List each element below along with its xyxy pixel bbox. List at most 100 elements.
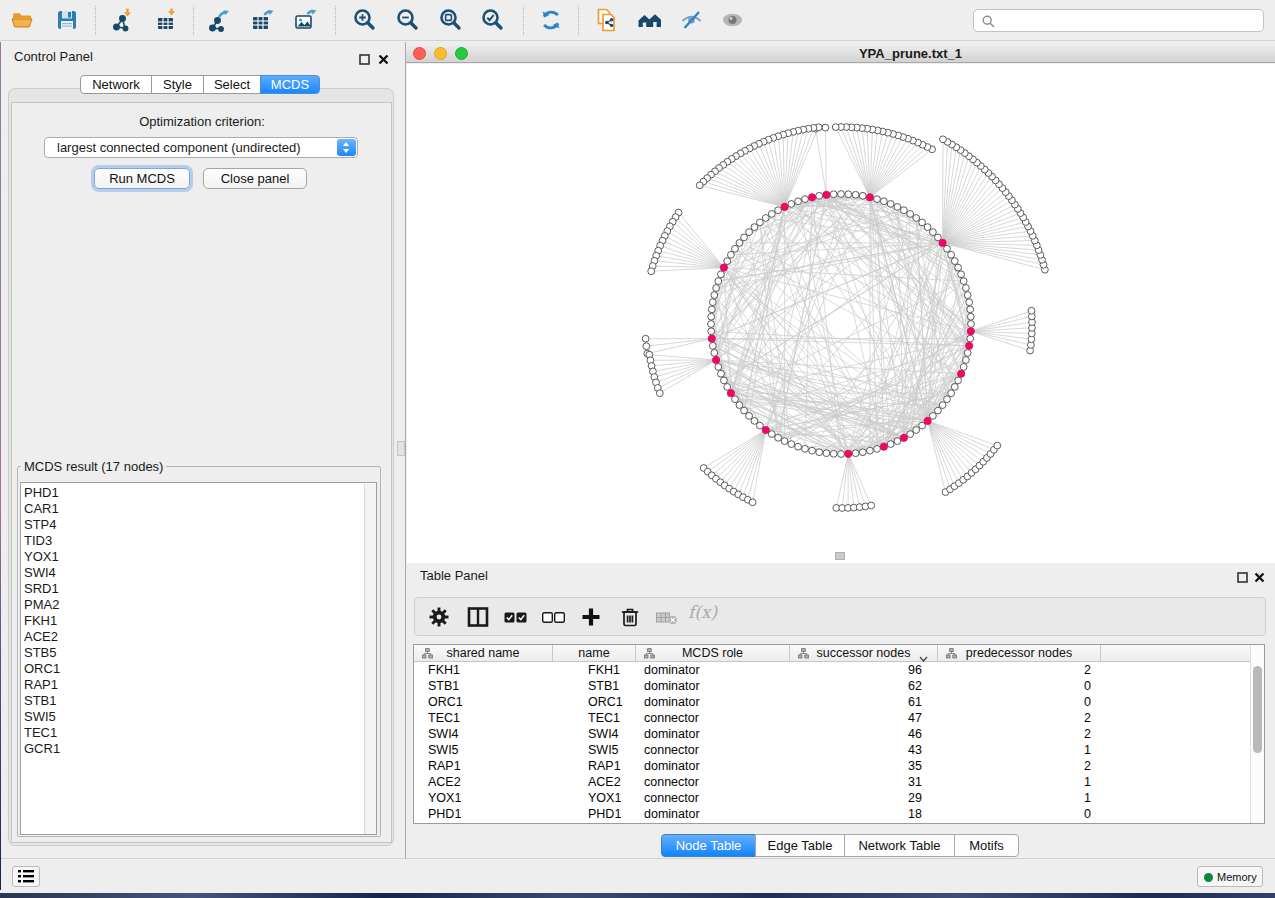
table-settings-icon[interactable]: [428, 606, 450, 632]
column-header-shared-name[interactable]: shared name: [414, 645, 553, 661]
import-network-icon[interactable]: [110, 7, 136, 33]
mcds-result-item[interactable]: SRD1: [21, 581, 376, 597]
criterion-dropdown[interactable]: largest connected component (undirected): [44, 137, 358, 158]
toolbar-separator: [193, 6, 194, 35]
desktop-wallpaper-strip: [0, 893, 1275, 898]
table-panel-title: Table Panel: [420, 568, 488, 583]
show-all-icon[interactable]: [637, 7, 663, 33]
zoom-out-icon[interactable]: [395, 7, 421, 33]
hide-selected-icon[interactable]: [679, 7, 705, 33]
vertical-splitter[interactable]: [405, 42, 406, 858]
window-close-button[interactable]: [413, 47, 426, 60]
column-header-successor-nodes[interactable]: successor nodes: [790, 645, 938, 661]
run-mcds-button[interactable]: Run MCDS: [94, 168, 190, 189]
delete-column-icon[interactable]: [619, 606, 641, 632]
table-row[interactable]: FKH1FKH1dominator962: [414, 662, 1264, 678]
column-header-filler: [1101, 645, 1264, 661]
network-window-titlebar[interactable]: YPA_prune.txt_1: [406, 45, 1275, 63]
optimization-criterion-label: Optimization criterion:: [12, 114, 392, 129]
mcds-result-item[interactable]: SWI5: [21, 709, 376, 725]
search-icon: [982, 15, 995, 28]
mcds-result-item[interactable]: ACE2: [21, 629, 376, 645]
column-header-predecessor-nodes[interactable]: predecessor nodes: [938, 645, 1101, 661]
tab-motifs[interactable]: Motifs: [954, 834, 1019, 857]
table-row[interactable]: STB1STB1dominator620: [414, 678, 1264, 694]
table-row[interactable]: ACE2ACE2connector311: [414, 774, 1264, 790]
control-panel-tabs: Network Style Select MCDS: [80, 75, 320, 94]
export-image-icon[interactable]: [293, 7, 319, 33]
toolbar-separator: [95, 6, 96, 35]
vertical-splitter-handle[interactable]: [397, 441, 405, 456]
table-panel-float-icon[interactable]: [1237, 569, 1248, 587]
table-row[interactable]: TEC1TEC1connector472: [414, 710, 1264, 726]
canvas-splitter-handle[interactable]: [835, 552, 845, 560]
table-row[interactable]: ORC1ORC1dominator610: [414, 694, 1264, 710]
column-header-mcds-role[interactable]: MCDS role: [636, 645, 790, 661]
mcds-result-list[interactable]: PHD1CAR1STP4TID3YOX1SWI4SRD1PMA2FKH1ACE2…: [20, 482, 377, 835]
mcds-result-item[interactable]: FKH1: [21, 613, 376, 629]
mcds-result-item[interactable]: PHD1: [21, 485, 376, 501]
table-scrollbar-thumb[interactable]: [1253, 666, 1262, 753]
window-minimize-button[interactable]: [434, 47, 447, 60]
memory-button[interactable]: Memory: [1197, 866, 1263, 887]
mcds-result-item[interactable]: PMA2: [21, 597, 376, 613]
table-panel-close-icon[interactable]: [1254, 569, 1265, 587]
zoom-selected-icon[interactable]: [480, 7, 506, 33]
clone-network-icon[interactable]: [594, 7, 620, 33]
search-box[interactable]: [973, 9, 1264, 32]
tab-style[interactable]: Style: [151, 75, 204, 94]
deselect-all-icon[interactable]: [542, 610, 565, 628]
criterion-value: largest connected component (undirected): [57, 138, 301, 157]
import-table-icon[interactable]: [154, 7, 180, 33]
delete-table-icon[interactable]: [656, 611, 678, 629]
function-builder-icon[interactable]: f(x): [688, 602, 717, 622]
table-row[interactable]: YOX1YOX1connector291: [414, 790, 1264, 806]
show-selected-icon[interactable]: [720, 7, 746, 33]
table-row[interactable]: PHD1PHD1dominator180: [414, 806, 1264, 822]
mcds-result-item[interactable]: YOX1: [21, 549, 376, 565]
control-panel-float-icon[interactable]: [359, 51, 370, 69]
window-maximize-button[interactable]: [455, 47, 468, 60]
tab-network[interactable]: Network: [80, 75, 152, 94]
mcds-result-item[interactable]: RAP1: [21, 677, 376, 693]
mcds-result-item[interactable]: STP4: [21, 517, 376, 533]
mcds-result-item[interactable]: SWI4: [21, 565, 376, 581]
tab-edge-table[interactable]: Edge Table: [755, 834, 845, 857]
desktop-wallpaper-edge: [0, 42, 1, 890]
network-canvas[interactable]: [407, 64, 1275, 563]
zoom-fit-icon[interactable]: [438, 7, 464, 33]
node-table: shared name name MCDS role successor nod…: [413, 644, 1265, 824]
mcds-result-item[interactable]: STB5: [21, 645, 376, 661]
tab-node-table[interactable]: Node Table: [661, 834, 756, 857]
export-network-icon[interactable]: [206, 7, 232, 33]
export-table-icon[interactable]: [250, 7, 276, 33]
toolbar-separator: [523, 6, 524, 35]
close-panel-button[interactable]: Close panel: [203, 168, 307, 189]
column-header-name[interactable]: name: [553, 645, 636, 661]
control-panel-close-icon[interactable]: [378, 51, 389, 69]
tab-network-table[interactable]: Network Table: [844, 834, 955, 857]
sort-chevron-icon: [919, 651, 928, 665]
open-file-icon[interactable]: [10, 7, 36, 33]
table-scrollbar[interactable]: [1250, 645, 1264, 823]
refresh-icon[interactable]: [538, 7, 564, 33]
table-row[interactable]: SWI4SWI4dominator462: [414, 726, 1264, 742]
search-input[interactable]: [998, 12, 1258, 30]
column-visibility-icon[interactable]: [467, 606, 489, 632]
mcds-result-item[interactable]: ORC1: [21, 661, 376, 677]
mcds-result-item[interactable]: GCR1: [21, 741, 376, 757]
select-all-icon[interactable]: [504, 610, 527, 628]
table-row[interactable]: SWI5SWI5connector431: [414, 742, 1264, 758]
tab-mcds[interactable]: MCDS: [260, 75, 320, 94]
mcds-result-item[interactable]: CAR1: [21, 501, 376, 517]
table-row[interactable]: RAP1RAP1dominator352: [414, 758, 1264, 774]
mcds-result-item[interactable]: TEC1: [21, 725, 376, 741]
mcds-result-item[interactable]: TID3: [21, 533, 376, 549]
save-session-icon[interactable]: [54, 7, 80, 33]
tab-select[interactable]: Select: [203, 75, 261, 94]
task-history-button[interactable]: [12, 866, 40, 887]
add-column-icon[interactable]: [580, 606, 602, 632]
mcds-list-scrollbar[interactable]: [364, 484, 377, 835]
mcds-result-item[interactable]: STB1: [21, 693, 376, 709]
zoom-in-icon[interactable]: [352, 7, 378, 33]
